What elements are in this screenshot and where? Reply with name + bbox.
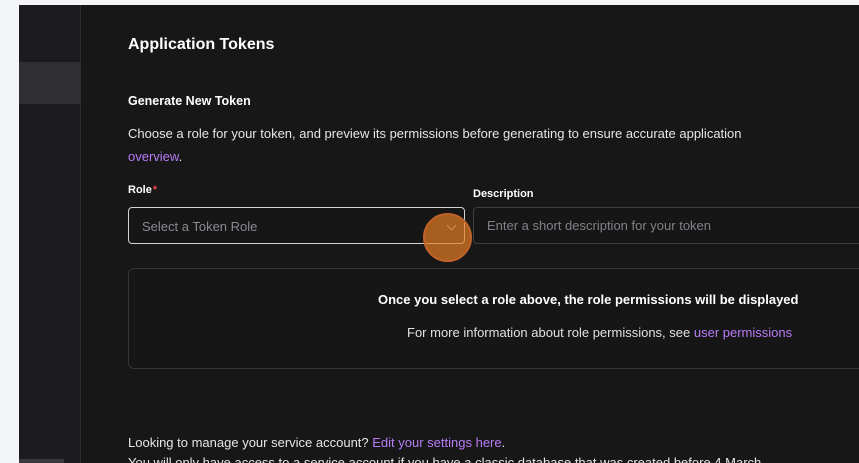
- intro-line: Choose a role for your token, and previe…: [128, 126, 742, 141]
- sidebar-item-active[interactable]: [19, 62, 81, 104]
- description-input[interactable]: [473, 207, 859, 244]
- role-label-text: Role: [128, 184, 152, 196]
- footer-line-1: Looking to manage your service account? …: [128, 433, 761, 453]
- info-box-subtitle-text: For more information about role permissi…: [407, 325, 694, 340]
- intro-text: Choose a role for your token, and previe…: [128, 122, 742, 168]
- role-label: Role*: [128, 184, 157, 196]
- page-title: Application Tokens: [128, 36, 275, 53]
- user-permissions-link[interactable]: user permissions: [694, 325, 792, 340]
- role-select[interactable]: Select a Token Role: [128, 207, 465, 244]
- role-select-placeholder: Select a Token Role: [142, 219, 258, 234]
- intro-suffix: .: [178, 149, 183, 164]
- info-box-title: Once you select a role above, the role p…: [378, 292, 799, 307]
- app-window: Application Tokens Generate New Token Ch…: [19, 5, 859, 463]
- footer-line-2: You will only have access to a service a…: [128, 455, 762, 463]
- footer-line-1-suffix: .: [501, 435, 506, 450]
- section-title: Generate New Token: [128, 94, 251, 108]
- sidebar: [19, 5, 81, 463]
- edit-settings-link[interactable]: Edit your settings here: [372, 435, 501, 450]
- info-box-subtitle: For more information about role permissi…: [407, 325, 792, 340]
- chevron-down-icon: [446, 220, 457, 231]
- sidebar-bottom-item[interactable]: [19, 459, 64, 463]
- intro-line-2: overview.: [128, 145, 742, 168]
- overview-link[interactable]: overview: [128, 149, 179, 164]
- required-mark: *: [152, 184, 158, 196]
- description-label: Description: [473, 188, 534, 200]
- role-permissions-box: Once you select a role above, the role p…: [128, 268, 859, 369]
- footer-line-1-text: Looking to manage your service account?: [128, 435, 373, 450]
- main-content: Application Tokens Generate New Token Ch…: [82, 5, 859, 463]
- footer-text: Looking to manage your service account? …: [128, 433, 761, 463]
